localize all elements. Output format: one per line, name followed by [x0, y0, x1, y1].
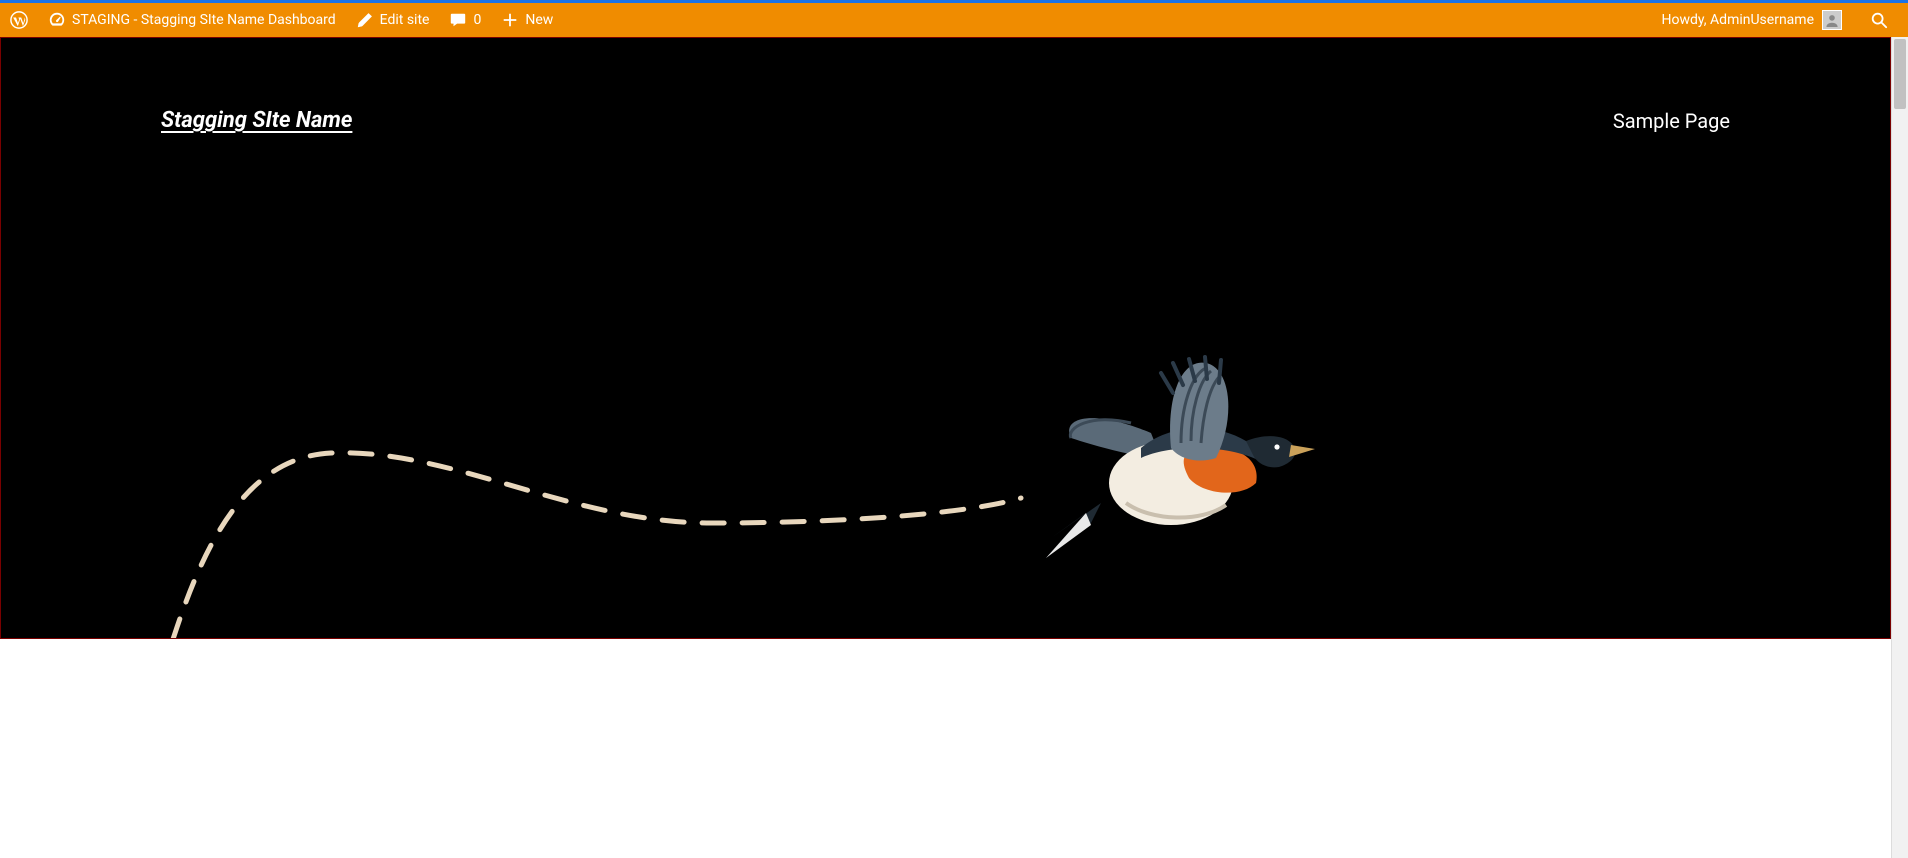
- hero-illustration: [151, 338, 1890, 639]
- site-name-label: STAGING - Stagging SIte Name Dashboard: [72, 12, 336, 28]
- search-icon: [1870, 11, 1888, 29]
- comments-count: 0: [473, 12, 481, 28]
- wp-logo-menu[interactable]: [0, 3, 38, 37]
- new-content-menu[interactable]: New: [491, 3, 563, 37]
- site-title-link[interactable]: Stagging SIte Name: [161, 108, 352, 133]
- nav-sample-page[interactable]: Sample Page: [1613, 109, 1730, 133]
- new-content-label: New: [525, 12, 553, 28]
- dashboard-gauge-icon: [48, 11, 66, 29]
- vertical-scrollbar[interactable]: [1891, 37, 1908, 858]
- plus-icon: [501, 11, 519, 29]
- howdy-label: Howdy, AdminUsername: [1662, 12, 1814, 28]
- avatar: [1822, 10, 1842, 30]
- below-hero-whitespace: [0, 639, 1891, 839]
- adminbar-search[interactable]: [1862, 3, 1896, 37]
- comment-bubble-icon: [449, 11, 467, 29]
- my-account-menu[interactable]: Howdy, AdminUsername: [1652, 3, 1852, 37]
- edit-site-link[interactable]: Edit site: [346, 3, 440, 37]
- edit-site-label: Edit site: [380, 12, 430, 28]
- site-name-menu[interactable]: STAGING - Stagging SIte Name Dashboard: [38, 3, 346, 37]
- comments-link[interactable]: 0: [439, 3, 491, 37]
- edit-pencil-icon: [356, 11, 374, 29]
- hero-section: Stagging SIte Name Sample Page: [0, 37, 1891, 639]
- site-header: Stagging SIte Name Sample Page: [1, 38, 1890, 133]
- scrollbar-thumb[interactable]: [1894, 39, 1906, 109]
- bird-icon: [1046, 357, 1315, 558]
- flight-path-icon: [161, 453, 1021, 639]
- wp-admin-bar: STAGING - Stagging SIte Name Dashboard E…: [0, 3, 1908, 37]
- wordpress-logo-icon: [10, 11, 28, 29]
